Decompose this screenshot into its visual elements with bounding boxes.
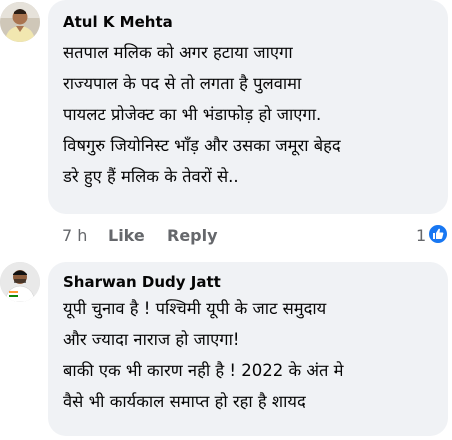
comment-line: वैसे भी कार्यकाल समाप्त हो रहा है शायद — [63, 392, 306, 411]
comment-line: राज्यपाल के पद से तो लगता है पुलवामा — [63, 74, 302, 93]
comment-author[interactable]: Sharwan Dudy Jatt — [63, 273, 221, 291]
comment-line: बाकी एक भी कारण नही है ! 2022 के अंत मे — [63, 361, 344, 380]
comment-text: यूपी चुनाव है ! पश्चिमी यूपी के जाट समुद… — [63, 293, 344, 417]
reply-button[interactable]: Reply — [167, 226, 218, 245]
comment-line: डरे हुए हैं मलिक के तेवरों से.. — [63, 167, 239, 186]
comment-line: सतपाल मलिक को अगर हटाया जाएगा — [63, 43, 293, 62]
comment-timestamp[interactable]: 7 h — [62, 226, 87, 245]
like-button[interactable]: Like — [108, 226, 145, 245]
comment-line: और ज्यादा नाराज हो जाएगा! — [63, 330, 240, 349]
comment-bubble: Atul K Mehta सतपाल मलिक को अगर हटाया जाए… — [48, 0, 448, 214]
reaction-summary[interactable]: 1 — [416, 222, 452, 248]
profile-photo-icon — [0, 262, 40, 302]
reaction-count: 1 — [416, 226, 427, 245]
comment-text: सतपाल मलिक को अगर हटाया जाएगा राज्यपाल क… — [63, 37, 341, 192]
thumbs-up-icon — [427, 223, 449, 245]
avatar[interactable] — [0, 2, 40, 42]
avatar[interactable] — [0, 262, 40, 302]
comment-line: पायलट प्रोजेक्ट का भी भंडाफोड़ हो जाएगा. — [63, 105, 322, 124]
comment-line: यूपी चुनाव है ! पश्चिमी यूपी के जाट समुद… — [63, 299, 327, 318]
comment-author[interactable]: Atul K Mehta — [63, 13, 173, 31]
comment-actions: 7 h Like Reply — [62, 226, 362, 248]
profile-photo-icon — [0, 2, 40, 42]
comment-bubble: Sharwan Dudy Jatt यूपी चुनाव है ! पश्चिम… — [48, 262, 448, 436]
comment-line: विषगुरु जियोनिस्ट भाँड़ और उसका जमूरा बे… — [63, 136, 341, 155]
